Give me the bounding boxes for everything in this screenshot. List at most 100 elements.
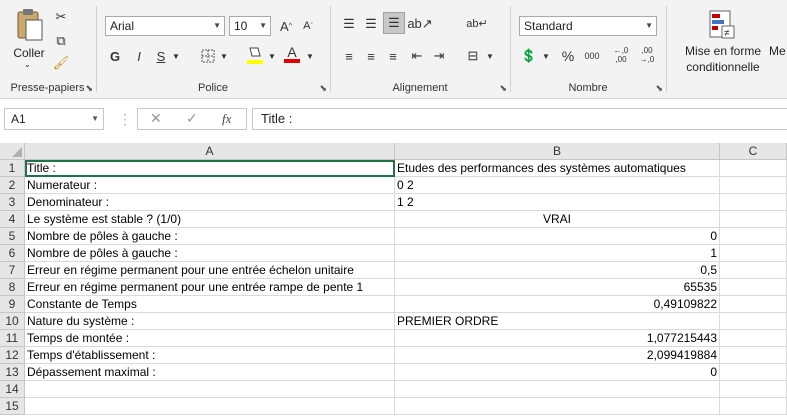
cell-a[interactable]: Dépassement maximal : [25,364,395,381]
underline-button[interactable]: S [153,46,169,66]
conditional-formatting-label-2[interactable]: conditionnelle [675,60,771,74]
row-header[interactable]: 6 [0,245,25,262]
cell-c[interactable] [720,296,787,313]
cell-b[interactable]: 0,5 [395,262,720,279]
conditional-formatting-icon[interactable]: ≠ [707,8,737,40]
fill-color-icon[interactable] [245,44,265,66]
number-launcher-icon[interactable]: ⬊ [655,83,663,94]
cell-b[interactable]: 1,077215443 [395,330,720,347]
merge-center-icon[interactable]: ⊟ [463,46,483,66]
paste-icon[interactable] [12,8,46,42]
copy-icon[interactable]: ⧉ [52,32,70,50]
clipboard-launcher-icon[interactable]: ⬊ [85,83,93,94]
cell-b[interactable] [395,381,720,398]
chevron-down-icon[interactable]: ▼ [541,46,551,66]
enter-icon[interactable]: ✓ [186,110,198,127]
row-header[interactable]: 2 [0,177,25,194]
paste-button[interactable]: Coller [6,46,52,60]
cell-a[interactable]: Nombre de pôles à gauche : [25,228,395,245]
italic-button[interactable]: I [131,46,147,66]
cell-c[interactable] [720,313,787,330]
cell-b[interactable]: 0,49109822 [395,296,720,313]
cell-a[interactable]: Temps de montée : [25,330,395,347]
cell-b[interactable]: 1 2 [395,194,720,211]
paste-dropdown-icon[interactable]: ⌄ [24,60,31,69]
align-bottom-icon[interactable]: ☰ [383,12,405,34]
row-header[interactable]: 3 [0,194,25,211]
cell-b[interactable]: 0 [395,364,720,381]
row-header[interactable]: 10 [0,313,25,330]
orientation-icon[interactable]: ab↗ [407,14,432,34]
chevron-down-icon[interactable]: ▼ [219,46,229,66]
borders-icon[interactable] [199,46,217,66]
cell-c[interactable] [720,211,787,228]
alignment-launcher-icon[interactable]: ⬊ [499,83,507,94]
row-header[interactable]: 8 [0,279,25,296]
font-color-icon[interactable]: A [283,42,301,66]
number-format-select[interactable]: Standard ▼ [519,16,657,36]
row-header[interactable]: 13 [0,364,25,381]
increase-indent-icon[interactable]: ⇥ [429,46,449,66]
cell-a[interactable]: Erreur en régime permanent pour une entr… [25,279,395,296]
name-box[interactable]: A1 ▼ [4,108,104,130]
cell-b[interactable]: VRAI [395,211,720,228]
cell-a[interactable]: Le système est stable ? (1/0) [25,211,395,228]
accounting-format-icon[interactable]: 💲 [519,46,539,66]
cell-c[interactable] [720,279,787,296]
cell-c[interactable] [720,160,787,177]
format-painter-icon[interactable]: 🖌 [52,54,70,72]
cell-c[interactable] [720,177,787,194]
column-header-c[interactable]: C [720,143,787,160]
bold-button[interactable]: G [107,46,123,66]
row-header[interactable]: 11 [0,330,25,347]
cell-b[interactable]: 1 [395,245,720,262]
increase-decimal-button[interactable]: ←,0 ,00 [609,42,633,68]
decrease-indent-icon[interactable]: ⇤ [407,46,427,66]
cell-a[interactable]: Constante de Temps [25,296,395,313]
cell-b[interactable]: Etudes des performances des systèmes aut… [395,160,720,177]
cell-a[interactable]: Denominateur : [25,194,395,211]
row-header[interactable]: 4 [0,211,25,228]
chevron-down-icon[interactable]: ▼ [171,46,181,66]
cell-c[interactable] [720,228,787,245]
grow-font-icon[interactable]: A ^ [277,16,295,36]
row-header[interactable]: 15 [0,398,25,415]
chevron-down-icon[interactable]: ▼ [267,46,277,66]
row-header[interactable]: 1 [0,160,25,177]
row-header[interactable]: 12 [0,347,25,364]
next-styles-label[interactable]: Me [769,44,786,58]
decrease-decimal-button[interactable]: ,00 →,0 [635,42,659,68]
row-header[interactable]: 5 [0,228,25,245]
row-header[interactable]: 7 [0,262,25,279]
column-header-b[interactable]: B [395,143,720,160]
shrink-font-icon[interactable]: Aˇ [299,16,317,36]
chevron-down-icon[interactable]: ▼ [305,46,315,66]
cell-b[interactable]: 2,099419884 [395,347,720,364]
cell-b[interactable] [395,398,720,415]
align-middle-icon[interactable]: ☰ [361,14,381,34]
cancel-icon[interactable]: ✕ [150,110,162,127]
row-header[interactable]: 14 [0,381,25,398]
wrap-text-icon[interactable]: ab↵ [466,12,487,34]
select-all-corner[interactable] [0,143,25,160]
cell-b[interactable]: PREMIER ORDRE [395,313,720,330]
align-left-icon[interactable]: ≡ [339,46,359,66]
cell-c[interactable] [720,364,787,381]
font-name-select[interactable]: Arial ▼ [105,16,225,36]
cell-a[interactable]: Nombre de pôles à gauche : [25,245,395,262]
insert-function-icon[interactable]: fx [222,111,231,127]
formula-input[interactable]: Title : [252,108,787,130]
font-launcher-icon[interactable]: ⬊ [319,83,327,94]
cell-b[interactable]: 65535 [395,279,720,296]
cell-c[interactable] [720,398,787,415]
cell-c[interactable] [720,194,787,211]
cell-a[interactable]: Temps d'établissement : [25,347,395,364]
cell-c[interactable] [720,262,787,279]
percent-button[interactable]: % [559,46,577,66]
cell-a[interactable]: Erreur en régime permanent pour une entr… [25,262,395,279]
align-right-icon[interactable]: ≡ [383,46,403,66]
conditional-formatting-label-1[interactable]: Mise en forme [675,44,771,58]
cell-a[interactable]: Numerateur : [25,177,395,194]
cell-a[interactable]: Title : [25,160,395,177]
cell-c[interactable] [720,330,787,347]
